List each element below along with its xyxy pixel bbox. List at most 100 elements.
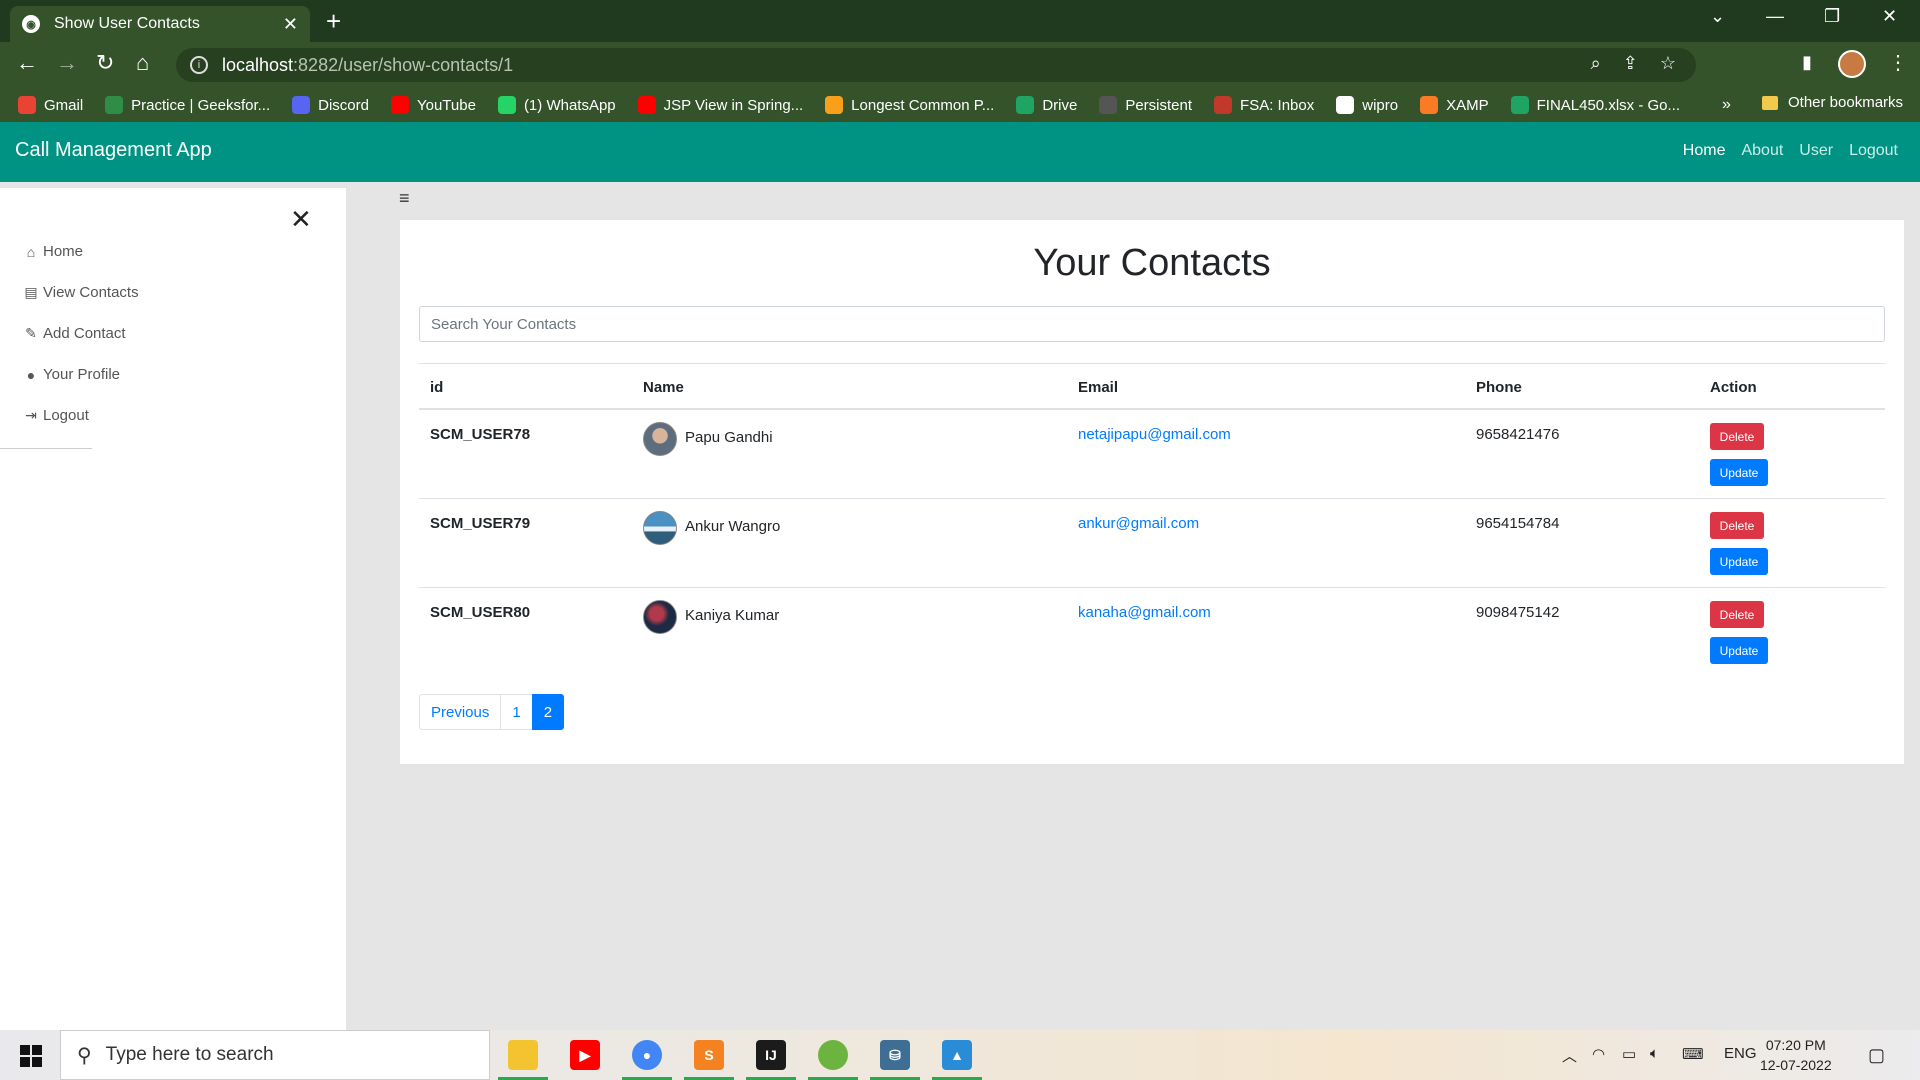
sidebar-item-label: Logout [43, 407, 89, 424]
globe-icon: ◉ [22, 15, 40, 33]
contact-id: SCM_USER79 [430, 515, 531, 532]
back-icon[interactable]: ← [16, 50, 38, 76]
star-icon[interactable]: ☆ [1660, 53, 1676, 74]
system-clock[interactable]: 07:20 PM 12-07-2022 [1760, 1035, 1832, 1075]
share-icon[interactable]: ⇪ [1623, 53, 1638, 74]
volume-icon[interactable]: 🔈︎ [1650, 1045, 1659, 1062]
pagination-page-2[interactable]: 2 [531, 694, 565, 730]
battery-icon[interactable]: ▭ [1622, 1045, 1636, 1063]
sidebar-item-view-contacts[interactable]: ▤ View Contacts [23, 284, 138, 301]
browser-tabstrip: ◉ Show User Contacts ✕ + ⌄ — ❐ ✕ [0, 0, 1920, 42]
windows-start-icon[interactable] [20, 1045, 42, 1067]
contact-name: Papu Gandhi [685, 429, 773, 446]
photos-icon[interactable]: ▲ [928, 1030, 986, 1080]
drive-icon [1510, 96, 1529, 114]
table-header: id Name Email Phone Action [419, 363, 1885, 410]
close-window-button[interactable]: ✕ [1882, 6, 1897, 27]
keyboard-icon[interactable]: ⌨ [1682, 1045, 1704, 1063]
nav-logout[interactable]: Logout [1849, 142, 1898, 160]
restore-button[interactable]: ❐ [1824, 6, 1840, 27]
app-brand[interactable]: Call Management App [15, 139, 212, 162]
delete-button[interactable]: Delete [1710, 423, 1764, 450]
notifications-icon[interactable]: ▢ [1868, 1045, 1885, 1066]
home-icon[interactable]: ⌂ [136, 50, 149, 76]
new-tab-button[interactable]: + [326, 6, 341, 37]
browser-tab[interactable]: ◉ Show User Contacts ✕ [10, 6, 310, 42]
address-bar[interactable]: i localhost:8282/user/show-contacts/1 ⌕ … [176, 48, 1696, 82]
wifi-icon[interactable]: ◠ [1592, 1045, 1605, 1063]
youtube-icon [637, 96, 656, 114]
forward-icon[interactable]: → [56, 50, 78, 76]
nav-user[interactable]: User [1799, 142, 1833, 160]
nav-about[interactable]: About [1741, 142, 1783, 160]
bookmark-item[interactable]: FSA: Inbox [1214, 96, 1314, 114]
bookmark-item[interactable]: (1) WhatsApp [497, 96, 616, 114]
side-panel-icon[interactable]: ▮ [1802, 52, 1812, 73]
intellij-icon[interactable]: IJ [742, 1030, 800, 1080]
browser-menu-icon[interactable]: ⋮ [1888, 50, 1908, 75]
sidebar-item-your-profile[interactable]: ● Your Profile [23, 366, 120, 383]
pagination-previous[interactable]: Previous [419, 694, 502, 730]
zoom-icon[interactable]: ⌕ [1591, 53, 1601, 74]
update-button[interactable]: Update [1710, 459, 1768, 486]
url-path: :8282/user/show-contacts/1 [293, 54, 514, 75]
mysql-workbench-icon[interactable]: ⛁ [866, 1030, 924, 1080]
sidebar-item-home[interactable]: ⌂ Home [23, 243, 83, 260]
column-header-email: Email [1078, 379, 1119, 396]
contact-email-link[interactable]: ankur@gmail.com [1078, 515, 1199, 532]
bookmark-item[interactable]: Practice | Geeksfor... [105, 96, 270, 114]
pagination-page-1[interactable]: 1 [500, 694, 533, 730]
bookmark-item[interactable]: Longest Common P... [825, 96, 994, 114]
bookmark-item[interactable]: Drive [1016, 96, 1077, 114]
bookmark-label: Longest Common P... [851, 96, 995, 114]
youtube-icon [390, 96, 409, 114]
language-indicator[interactable]: ENG [1724, 1045, 1757, 1062]
bookmark-item[interactable]: XAMP [1420, 96, 1489, 114]
table-row: SCM_USER79 Ankur Wangro ankur@gmail.com … [419, 499, 1885, 588]
close-icon[interactable]: ✕ [290, 204, 312, 235]
delete-button[interactable]: Delete [1710, 512, 1764, 539]
bookmark-item[interactable]: YouTube [390, 96, 476, 114]
sidebar-item-add-contact[interactable]: ✎ Add Contact [23, 325, 125, 342]
site-info-icon[interactable]: i [190, 56, 208, 74]
sidebar-item-logout[interactable]: ⇥ Logout [23, 407, 89, 424]
bookmark-item[interactable]: FINAL450.xlsx - Go... [1510, 96, 1680, 114]
bookmark-item[interactable]: wipro [1336, 96, 1398, 114]
bookmark-label: FINAL450.xlsx - Go... [1536, 96, 1680, 114]
search-input[interactable] [419, 306, 1885, 342]
update-button[interactable]: Update [1710, 548, 1768, 575]
chrome-icon[interactable]: ● [618, 1030, 676, 1080]
spring-tool-suite-icon[interactable] [804, 1030, 862, 1080]
app-navbar: Call Management App Home About User Logo… [0, 122, 1920, 182]
profile-avatar[interactable] [1838, 50, 1866, 78]
show-hidden-icons-icon[interactable]: ︿ [1562, 1045, 1577, 1066]
update-button[interactable]: Update [1710, 637, 1768, 664]
close-tab-icon[interactable]: ✕ [283, 14, 298, 35]
nav-home[interactable]: Home [1683, 142, 1726, 160]
avatar [643, 511, 677, 545]
column-header-id: id [430, 379, 444, 396]
file-explorer-icon[interactable] [494, 1030, 552, 1080]
bookmark-label: Gmail [44, 96, 84, 114]
bookmark-label: Drive [1042, 96, 1078, 114]
bookmark-item[interactable]: Discord [292, 96, 369, 114]
youtube-app-icon[interactable]: ▶ [556, 1030, 614, 1080]
bookmark-item[interactable]: Gmail [18, 96, 83, 114]
contact-email-link[interactable]: netajipapu@gmail.com [1078, 426, 1231, 443]
search-icon: ⚲ [77, 1044, 92, 1067]
discord-icon [292, 96, 311, 114]
tab-search-icon[interactable]: ⌄ [1710, 6, 1725, 27]
bookmark-item[interactable]: JSP View in Spring... [637, 96, 803, 114]
bookmark-item[interactable]: Persistent [1099, 96, 1192, 114]
other-bookmarks[interactable]: Other bookmarks [1762, 94, 1903, 111]
sidebar: ✕ ⌂ Home ▤ View Contacts ✎ Add Contact ●… [0, 188, 346, 1030]
hamburger-icon[interactable]: ≡ [399, 188, 410, 209]
sublime-text-icon[interactable]: S [680, 1030, 738, 1080]
reload-icon[interactable]: ↻ [96, 50, 114, 76]
taskbar-search[interactable]: ⚲ Type here to search [60, 1030, 490, 1080]
delete-button[interactable]: Delete [1710, 601, 1764, 628]
inbox-icon [1214, 96, 1233, 114]
more-bookmarks-button[interactable]: » [1722, 96, 1731, 114]
minimize-button[interactable]: — [1766, 6, 1784, 27]
contact-email-link[interactable]: kanaha@gmail.com [1078, 604, 1211, 621]
